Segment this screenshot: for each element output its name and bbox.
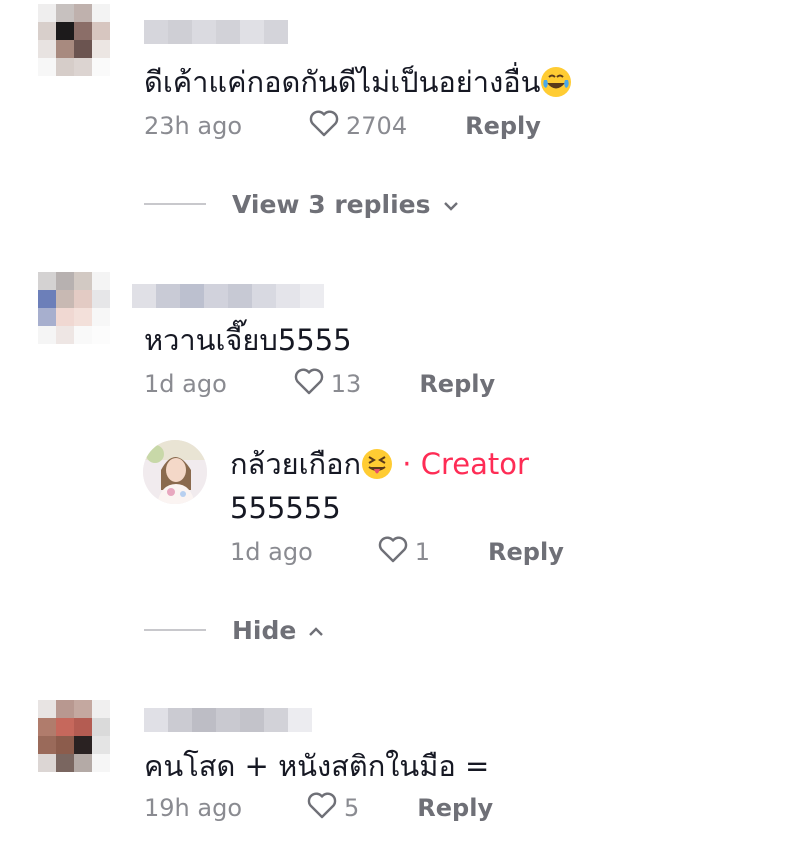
creator-photo [143, 440, 207, 504]
like-button[interactable]: 5 [306, 790, 359, 826]
comment-text: หวานเจี๊ยบ5555 [144, 323, 352, 357]
like-count: 13 [330, 370, 362, 398]
avatar[interactable] [38, 4, 110, 76]
heart-icon [293, 366, 325, 402]
view-replies-label: View 3 replies [232, 189, 431, 219]
laughing-tears-emoji [540, 66, 572, 98]
username-blurred[interactable] [144, 20, 288, 44]
like-button[interactable]: 1 [377, 534, 430, 570]
reply-time: 1d ago [230, 538, 313, 566]
tongue-out-emoji [361, 448, 393, 480]
heart-icon [308, 108, 340, 144]
reply-author[interactable]: กล้วยเกือก [230, 447, 361, 481]
like-count: 5 [344, 794, 360, 822]
hide-replies-button[interactable]: Hide [144, 612, 326, 648]
hide-replies-label: Hide [232, 615, 297, 645]
like-button[interactable]: 13 [293, 366, 362, 402]
comment-time: 1d ago [144, 370, 227, 398]
like-button[interactable]: 2704 [308, 108, 407, 144]
heart-icon [306, 790, 338, 826]
reply-author-line: กล้วยเกือก · Creator [230, 446, 529, 482]
like-count: 1 [414, 538, 431, 566]
creator-avatar[interactable] [143, 440, 207, 504]
comment-text: คนโสด + หนังสติกในมือ = [144, 749, 490, 783]
chevron-down-icon [431, 190, 461, 219]
like-count: 2704 [346, 112, 408, 140]
reply-button[interactable]: Reply [417, 794, 493, 822]
comment-time: 19h ago [144, 794, 243, 822]
chevron-up-icon [296, 616, 326, 645]
heart-icon [377, 534, 409, 570]
reply-button[interactable]: Reply [465, 112, 541, 140]
avatar[interactable] [38, 700, 110, 772]
divider-line [144, 203, 206, 205]
view-replies-button[interactable]: View 3 replies [144, 186, 461, 222]
avatar[interactable] [38, 272, 110, 344]
username-blurred[interactable] [144, 708, 312, 732]
comment-text: ดีเค้าแค่กอดกันดีไม่เป็นอย่างอื่น [144, 64, 572, 100]
divider-line [144, 629, 206, 631]
reply-button[interactable]: Reply [419, 370, 495, 398]
reply-text: 555555 [230, 491, 341, 525]
reply-button[interactable]: Reply [488, 538, 564, 566]
username-blurred[interactable] [132, 284, 324, 308]
creator-badge: · Creator [402, 447, 529, 481]
comment-time: 23h ago [144, 112, 243, 140]
